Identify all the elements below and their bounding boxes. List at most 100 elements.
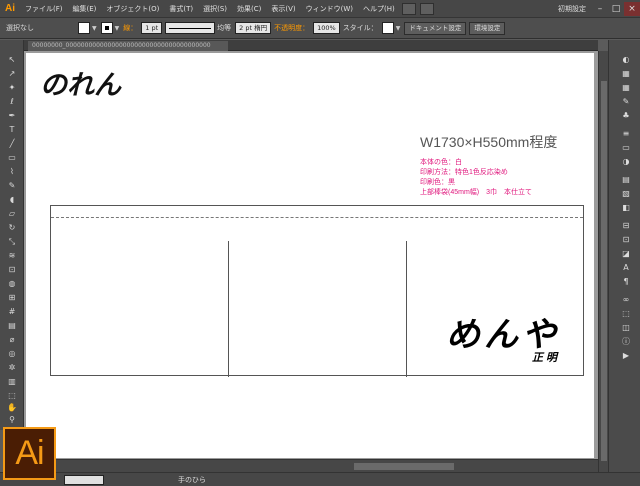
spec-line-finish[interactable]: 上部棒袋(45mm幅) 3巾 本仕立て xyxy=(420,187,532,197)
menu-effect[interactable]: 効果(C) xyxy=(232,4,266,14)
appearance-panel-icon[interactable]: ▤ xyxy=(621,176,631,184)
menu-window[interactable]: ウィンドウ(W) xyxy=(301,4,358,14)
info-panel-icon[interactable]: ⓘ xyxy=(621,338,631,346)
blend-tool-icon[interactable]: ◎ xyxy=(6,350,18,358)
bridge-icon[interactable] xyxy=(401,2,416,15)
menu-select[interactable]: 選択(S) xyxy=(198,4,232,14)
line-tool-icon[interactable]: ╱ xyxy=(6,140,18,148)
spec-line-method[interactable]: 印刷方法：特色1色反応染め xyxy=(420,167,508,177)
menu-right-group: 初期設定 – □ × xyxy=(552,0,640,18)
menu-object[interactable]: オブジェクト(O) xyxy=(101,4,164,14)
lasso-tool-icon[interactable]: ℓ xyxy=(6,98,18,106)
type-tool-icon[interactable]: T xyxy=(6,126,18,134)
character-panel-icon[interactable]: A xyxy=(621,264,631,272)
hand-tool-icon[interactable]: ✋ xyxy=(6,404,18,412)
pen-tool-icon[interactable]: ✒ xyxy=(6,112,18,120)
blob-brush-tool-icon[interactable]: ◖ xyxy=(6,196,18,204)
layers-panel-icon[interactable]: ◧ xyxy=(621,204,631,212)
actions-panel-icon[interactable]: ▶ xyxy=(621,352,631,360)
opacity-label[interactable]: 不透明度： xyxy=(274,23,309,33)
stroke-label[interactable]: 線： xyxy=(123,23,137,33)
selection-tool-icon[interactable]: ↖ xyxy=(6,56,18,64)
current-tool-status: 手のひら xyxy=(178,476,206,484)
eraser-tool-icon[interactable]: ▱ xyxy=(6,210,18,218)
dimensions-text[interactable]: W1730×H550mm程度 xyxy=(420,132,557,152)
color-panel-icon[interactable]: ◐ xyxy=(621,56,631,64)
paintbrush-tool-icon[interactable]: ⌇ xyxy=(6,168,18,176)
graphic-styles-panel-icon[interactable]: ▧ xyxy=(621,190,631,198)
links-panel-icon[interactable]: ∞ xyxy=(621,296,631,304)
transform-panel-icon[interactable]: ⊡ xyxy=(621,236,631,244)
swatches-panel-icon[interactable]: ▦ xyxy=(621,84,631,92)
shape-builder-tool-icon[interactable]: ◍ xyxy=(6,280,18,288)
workspace-switcher[interactable]: 初期設定 xyxy=(552,4,592,14)
chevron-down-icon[interactable]: ▼ xyxy=(396,25,401,32)
rotate-tool-icon[interactable]: ↻ xyxy=(6,224,18,232)
pathfinder-panel-icon[interactable]: ◪ xyxy=(621,250,631,258)
stroke-profile-preview[interactable] xyxy=(165,22,216,34)
symbols-panel-icon[interactable]: ♣ xyxy=(621,112,631,120)
style-label: スタイル： xyxy=(342,24,378,32)
stroke-weight-field[interactable]: 1 pt xyxy=(141,22,163,34)
navigator-panel-icon[interactable]: ◫ xyxy=(621,324,631,332)
vertical-scroll-thumb[interactable] xyxy=(601,81,607,461)
spec-line-ink[interactable]: 印刷色：黒 xyxy=(420,177,455,187)
horizontal-scrollbar[interactable] xyxy=(24,459,598,472)
graph-tool-icon[interactable]: ▥ xyxy=(6,378,18,386)
pencil-tool-icon[interactable]: ✎ xyxy=(6,182,18,190)
document-setup-button[interactable]: ドキュメント設定 xyxy=(404,21,467,35)
artboards-panel-icon[interactable]: ⬚ xyxy=(621,310,631,318)
align-panel-icon[interactable]: ⊟ xyxy=(621,222,631,230)
menu-file[interactable]: ファイル(F) xyxy=(20,4,68,14)
direct-selection-tool-icon[interactable]: ↗ xyxy=(6,70,18,78)
stroke-profile-label[interactable]: 均等 xyxy=(217,23,231,33)
zoom-tool-icon[interactable]: ⚲ xyxy=(6,416,18,424)
preferences-button[interactable]: 環境設定 xyxy=(469,21,506,35)
color-guide-icon[interactable]: ▦ xyxy=(621,70,631,78)
menu-type[interactable]: 書式(T) xyxy=(164,4,198,14)
artboard-tool-icon[interactable]: ⬚ xyxy=(6,392,18,400)
width-tool-icon[interactable]: ≋ xyxy=(6,252,18,260)
brush-field[interactable]: 2 pt 楕円 xyxy=(235,22,272,34)
app-logo: Ai xyxy=(5,3,15,14)
magic-wand-tool-icon[interactable]: ✦ xyxy=(6,84,18,92)
zoom-level-field[interactable] xyxy=(64,475,104,485)
rectangle-tool-icon[interactable]: ▭ xyxy=(6,154,18,162)
perspective-grid-tool-icon[interactable]: ⊞ xyxy=(6,294,18,302)
menu-view[interactable]: 表示(V) xyxy=(266,4,300,14)
arrange-documents-icon[interactable] xyxy=(419,2,434,15)
document-tab-bar: 00000000_0000000000000000000000000000000… xyxy=(24,40,598,51)
menu-edit[interactable]: 編集(E) xyxy=(68,4,102,14)
mesh-tool-icon[interactable]: # xyxy=(6,308,18,316)
stroke-swatch[interactable] xyxy=(100,22,113,34)
restore-button[interactable]: □ xyxy=(608,2,624,16)
transparency-panel-icon[interactable]: ◑ xyxy=(621,158,631,166)
minimize-button[interactable]: – xyxy=(592,2,608,16)
chevron-down-icon[interactable]: ▼ xyxy=(115,25,120,32)
chevron-down-icon[interactable]: ▼ xyxy=(92,25,97,32)
brushes-panel-icon[interactable]: ✎ xyxy=(621,98,631,106)
spec-line-color[interactable]: 本体の色：白 xyxy=(420,157,462,167)
gradient-tool-icon[interactable]: ▤ xyxy=(6,322,18,330)
panel-divider xyxy=(406,241,407,377)
free-transform-tool-icon[interactable]: ⊡ xyxy=(6,266,18,274)
rod-pocket-fold-line xyxy=(51,217,583,218)
stroke-panel-icon[interactable]: ≡ xyxy=(621,130,631,138)
signature-mark[interactable]: 正明 xyxy=(532,349,560,365)
vertical-scrollbar[interactable] xyxy=(598,51,608,472)
scale-tool-icon[interactable]: ⤡ xyxy=(6,238,18,246)
gradient-panel-icon[interactable]: ▭ xyxy=(621,144,631,152)
fill-swatch[interactable] xyxy=(78,22,90,34)
eyedropper-tool-icon[interactable]: ⌀ xyxy=(6,336,18,344)
menu-bar: Ai ファイル(F) 編集(E) オブジェクト(O) 書式(T) 選択(S) 効… xyxy=(0,0,640,18)
horizontal-scroll-thumb[interactable] xyxy=(354,463,454,470)
menu-help[interactable]: ヘルプ(H) xyxy=(358,4,400,14)
artboard[interactable]: のれん W1730×H550mm程度 本体の色：白 印刷方法：特色1色反応染め … xyxy=(26,53,594,458)
paragraph-panel-icon[interactable]: ¶ xyxy=(621,278,631,286)
opacity-field[interactable]: 100% xyxy=(313,22,340,34)
artwork-title[interactable]: のれん xyxy=(40,63,121,102)
close-button[interactable]: × xyxy=(624,2,640,16)
document-tab[interactable]: 00000000_0000000000000000000000000000000… xyxy=(28,41,228,51)
graphic-style-swatch[interactable] xyxy=(381,22,394,34)
symbol-sprayer-tool-icon[interactable]: ✲ xyxy=(6,364,18,372)
